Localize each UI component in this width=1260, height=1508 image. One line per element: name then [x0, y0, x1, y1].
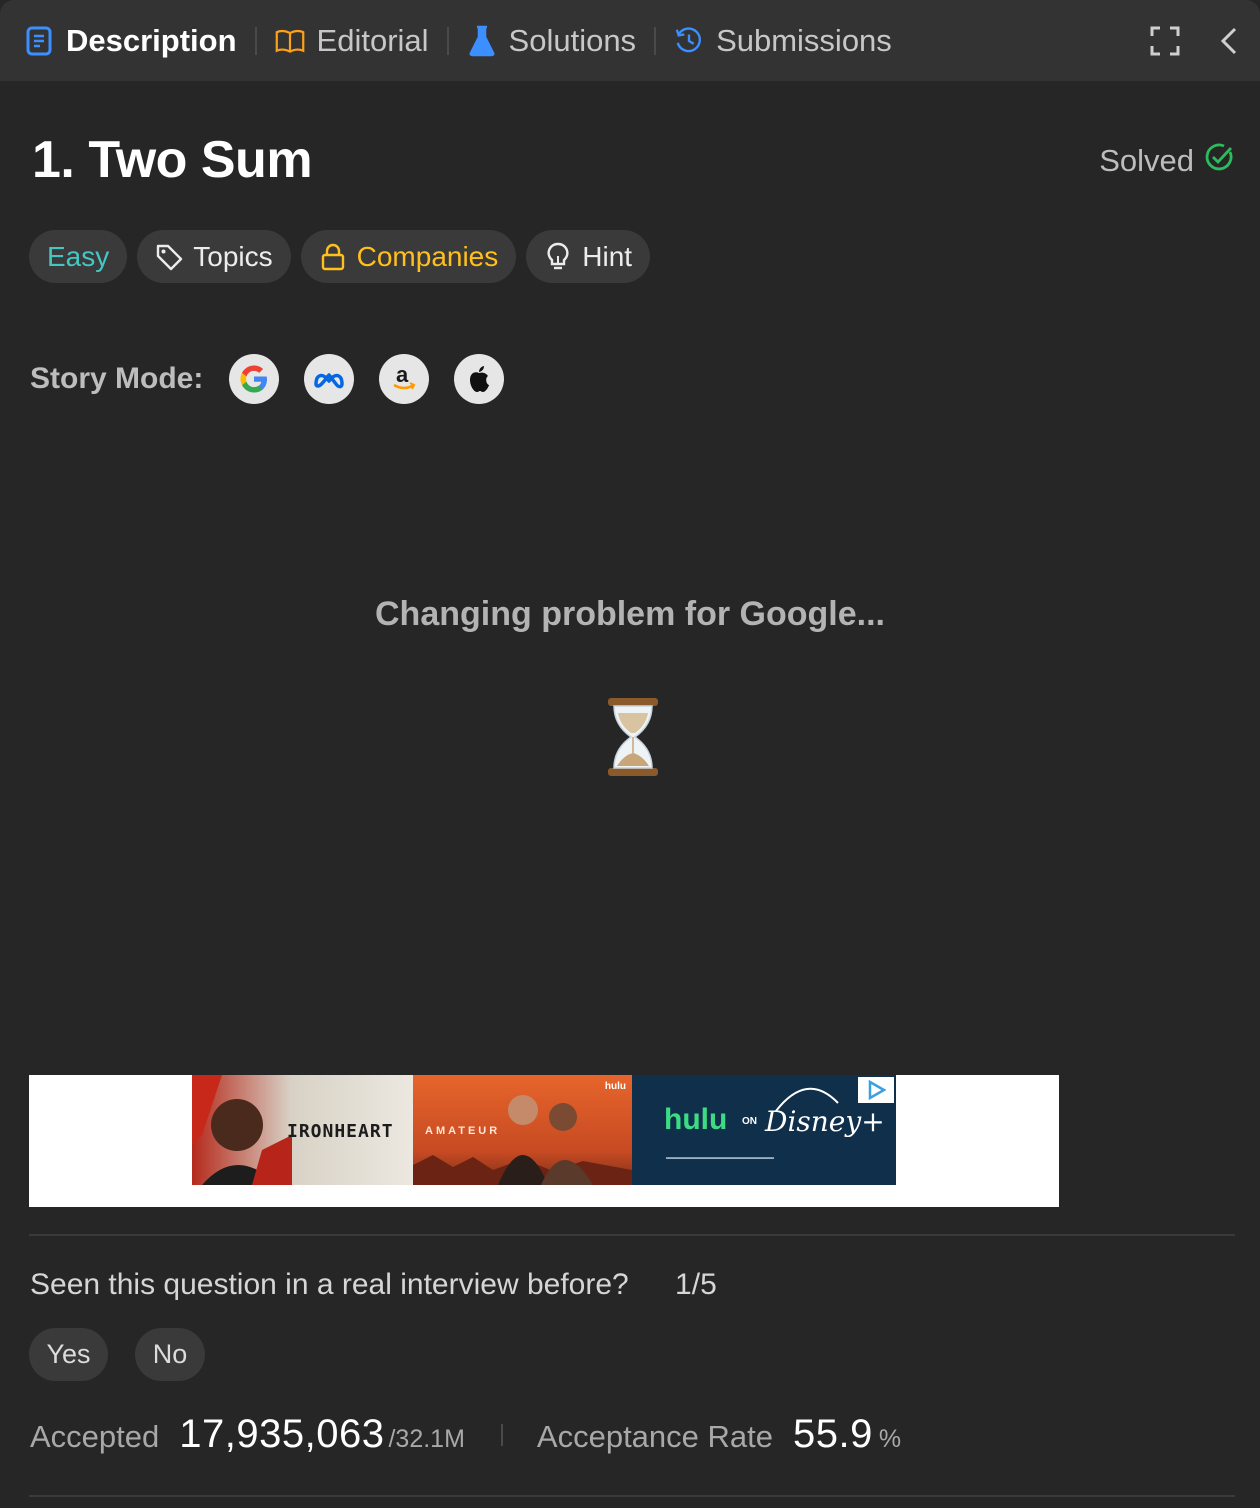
story-mode-label: Story Mode:	[30, 362, 204, 395]
acceptance-rate-value: 55.9	[793, 1412, 873, 1456]
amazon-logo-icon[interactable]: a	[379, 354, 430, 404]
svg-text:a: a	[396, 363, 409, 387]
stats-row: Accepted 17,935,063 /32.1M Acceptance Ra…	[30, 1412, 901, 1457]
companies-label: Companies	[356, 240, 499, 272]
tag-icon	[155, 243, 183, 271]
solved-status: Solved	[1099, 142, 1234, 180]
interview-counter: 1/5	[675, 1268, 717, 1301]
tab-editorial-label: Editorial	[316, 22, 429, 58]
no-label: No	[152, 1339, 188, 1369]
ad-panel-ironheart[interactable]: IRONHEART	[192, 1075, 413, 1185]
ad-hulu-logo: hulu	[664, 1103, 728, 1136]
tab-description-label: Description	[66, 22, 237, 58]
solved-label: Solved	[1099, 143, 1194, 178]
no-button[interactable]: No	[135, 1328, 205, 1381]
ad-panel-hulu-disney[interactable]: hulu ON Disney+ ▬▬▬▬▬▬▬▬▬▬▬▬▬▬▬▬▬▬	[632, 1075, 896, 1185]
ad-panel-amateur[interactable]: AMATEUR hulu	[413, 1075, 632, 1185]
history-icon	[674, 26, 704, 56]
tab-submissions[interactable]: Submissions	[674, 0, 892, 81]
tab-submissions-label: Submissions	[716, 22, 892, 58]
hint-label: Hint	[582, 240, 633, 272]
description-icon	[24, 26, 54, 56]
ad-on-text: ON	[742, 1116, 757, 1127]
tab-solutions[interactable]: Solutions	[467, 0, 637, 81]
yes-button[interactable]: Yes	[29, 1328, 108, 1381]
ad-title-ironheart: IRONHEART	[287, 1121, 394, 1142]
check-circle-icon	[1204, 142, 1234, 180]
problem-title[interactable]: 1. Two Sum	[32, 130, 313, 190]
interview-question-text: Seen this question in a real interview b…	[30, 1268, 629, 1301]
difficulty-badge: Easy	[29, 230, 128, 283]
ad-hulu-small: hulu	[604, 1081, 626, 1092]
lock-icon	[319, 243, 347, 271]
tag-row: Easy Topics Companies Hint	[29, 230, 651, 283]
hourglass-icon	[604, 697, 662, 777]
loading-message: Changing problem for Google...	[375, 595, 885, 633]
tab-editorial[interactable]: Editorial	[275, 0, 429, 81]
acceptance-rate-unit: %	[878, 1425, 902, 1453]
ad-banner[interactable]: IRONHEART AMATEUR hulu hulu ON Disney+ ▬…	[192, 1075, 896, 1185]
tab-solutions-label: Solutions	[508, 22, 637, 58]
yes-label: Yes	[46, 1339, 91, 1369]
collapse-chevron-icon[interactable]	[1212, 24, 1246, 58]
topics-label: Topics	[193, 240, 273, 272]
interview-question: Seen this question in a real interview b…	[30, 1268, 717, 1302]
problem-page: Description Editorial Solutions Submissi…	[0, 0, 1260, 1508]
acceptance-rate-label: Acceptance Rate	[536, 1419, 773, 1454]
story-mode: Story Mode: a	[30, 354, 529, 404]
tab-actions	[1148, 0, 1246, 81]
tab-separator	[654, 26, 657, 55]
difficulty-label: Easy	[47, 240, 110, 272]
apple-logo-icon[interactable]	[454, 354, 505, 404]
tab-description[interactable]: Description	[24, 0, 237, 81]
divider	[29, 1234, 1235, 1236]
hint-button[interactable]: Hint	[526, 230, 651, 283]
tab-bar: Description Editorial Solutions Submissi…	[0, 0, 1260, 81]
topics-button[interactable]: Topics	[137, 230, 291, 283]
ad-choices-icon[interactable]	[858, 1077, 894, 1103]
ad-fine-print: ▬▬▬▬▬▬▬▬▬▬▬▬▬▬▬▬▬▬	[666, 1155, 774, 1161]
companies-button[interactable]: Companies	[300, 230, 517, 283]
fullscreen-icon[interactable]	[1148, 24, 1182, 58]
divider	[29, 1495, 1235, 1497]
google-logo-icon[interactable]	[229, 354, 280, 404]
lightbulb-icon	[544, 242, 572, 271]
tab-separator	[446, 26, 449, 55]
flask-icon	[467, 25, 497, 56]
accepted-total: /32.1M	[388, 1425, 465, 1453]
book-icon	[275, 26, 305, 56]
accepted-label: Accepted	[30, 1419, 160, 1454]
advertisement[interactable]: IRONHEART AMATEUR hulu hulu ON Disney+ ▬…	[29, 1075, 1059, 1207]
accepted-value: 17,935,063	[179, 1412, 385, 1456]
ad-title-amateur: AMATEUR	[425, 1125, 501, 1137]
meta-logo-icon[interactable]	[304, 354, 355, 404]
stats-separator	[500, 1423, 503, 1446]
tab-separator	[254, 26, 257, 55]
